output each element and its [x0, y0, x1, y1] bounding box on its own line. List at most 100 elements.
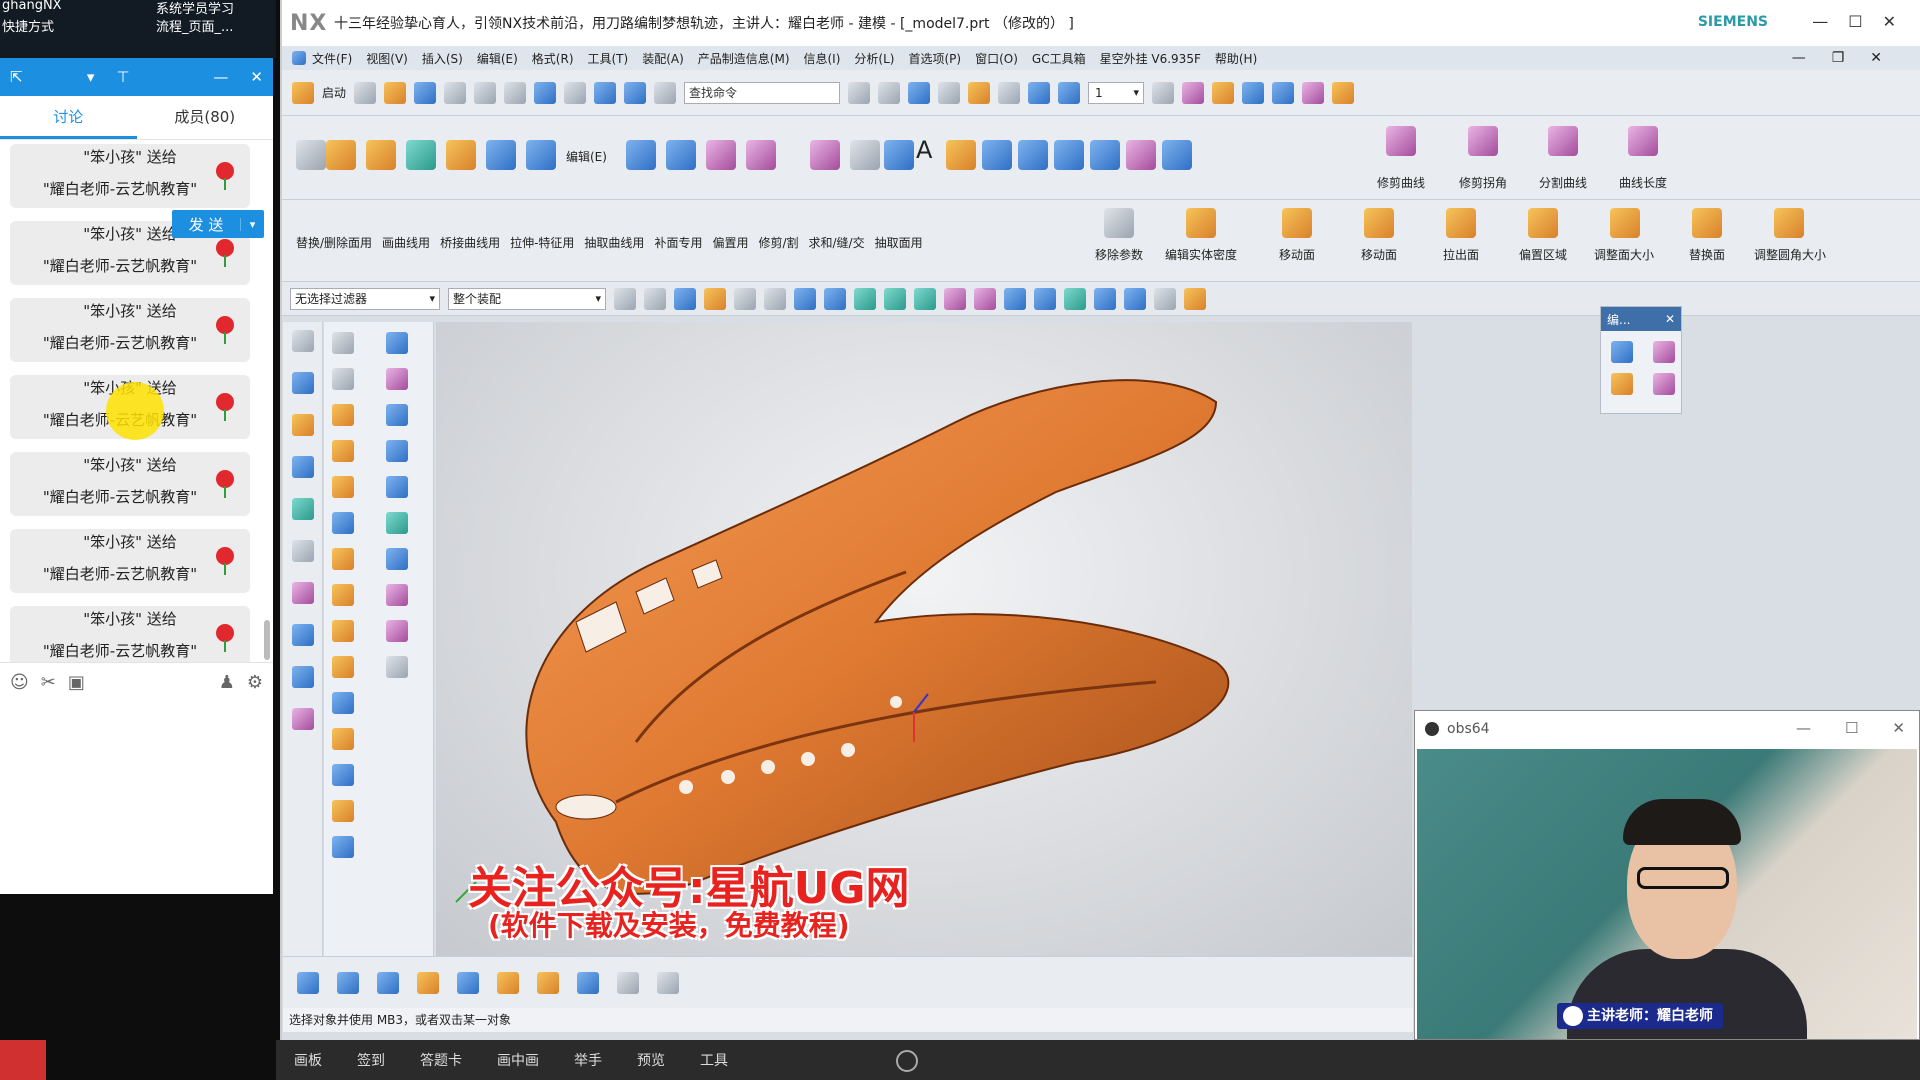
user-icon[interactable]: ♟ [219, 672, 235, 693]
text-icon[interactable]: A [916, 136, 932, 164]
redo-icon[interactable] [564, 81, 587, 104]
tool-icon[interactable] [332, 656, 354, 678]
tool-icon[interactable] [332, 476, 354, 498]
offset-region-icon[interactable] [1528, 208, 1558, 238]
pull-face-label[interactable]: 拉出面 [1426, 246, 1496, 263]
assembly-navigator-icon[interactable] [291, 372, 314, 394]
tool-icon[interactable] [386, 440, 408, 462]
wcs-icon[interactable] [1182, 81, 1205, 104]
answer-card-button[interactable]: 答题卡 [420, 1050, 462, 1070]
tool-icon[interactable] [332, 800, 354, 822]
resize-face-icon[interactable] [1610, 208, 1640, 238]
move-face-label-2[interactable]: 移动面 [1344, 246, 1414, 263]
desktop-shortcut-label-2[interactable]: 系统学员学习 [156, 0, 234, 17]
image-icon[interactable]: ▣ [68, 672, 85, 693]
edit-density-label[interactable]: 编辑实体密度 [1162, 246, 1240, 263]
curve-length-icon[interactable] [1628, 126, 1658, 156]
tool-icon[interactable] [497, 971, 519, 994]
palette-tool-icon[interactable] [1653, 373, 1675, 395]
palette-icon[interactable] [291, 582, 314, 604]
tools-button[interactable]: 工具 [700, 1050, 728, 1070]
edit-dropdown[interactable]: 编辑(E) [566, 148, 607, 165]
group-trim-split[interactable]: 修剪/割 [758, 234, 798, 251]
open-folder-icon[interactable] [384, 81, 407, 104]
group-patch[interactable]: 补面专用 [654, 234, 702, 251]
sketch-icon[interactable] [296, 140, 326, 170]
quadrant-snap-icon[interactable] [1034, 287, 1056, 310]
desktop-shortcut-sub-2[interactable]: 流程_页面_... [156, 16, 233, 35]
dimension-icon[interactable] [1332, 81, 1355, 104]
pip-button[interactable]: 画中画 [497, 1050, 539, 1070]
remove-params-icon[interactable] [1104, 208, 1134, 238]
save-icon[interactable] [414, 81, 437, 104]
menu-view[interactable]: 视图(V) [366, 50, 408, 67]
layer-icon[interactable] [968, 81, 991, 104]
tool-icon[interactable] [386, 548, 408, 570]
close-icon[interactable]: ✕ [1883, 12, 1896, 31]
background-icon[interactable] [998, 81, 1021, 104]
gear-icon[interactable] [291, 330, 314, 352]
history-icon[interactable] [291, 540, 314, 562]
menu-info[interactable]: 信息(I) [804, 50, 841, 67]
command-finder-icon[interactable] [624, 81, 647, 104]
tool-icon[interactable] [386, 620, 408, 642]
menu-format[interactable]: 格式(R) [532, 50, 574, 67]
tool-icon[interactable] [386, 656, 408, 678]
resize-blend-label[interactable]: 调整圆角大小 [1750, 246, 1830, 263]
popout-icon[interactable]: ⇱ [10, 68, 23, 86]
selection-icon[interactable] [594, 81, 617, 104]
trim-corner-label[interactable]: 修剪拐角 [1448, 174, 1518, 191]
divide-curve-label[interactable]: 分割曲线 [1528, 174, 1598, 191]
system-scene-icon[interactable] [291, 708, 314, 730]
offset-region-label[interactable]: 偏置区域 [1508, 246, 1578, 263]
new-file-icon[interactable] [354, 81, 377, 104]
close-icon[interactable]: ✕ [1665, 312, 1675, 326]
tool-icon[interactable] [332, 404, 354, 426]
close-icon[interactable]: ✕ [1892, 719, 1905, 737]
whiteboard-button[interactable]: 画板 [294, 1050, 322, 1070]
chevron-down-icon[interactable]: ▾ [240, 217, 264, 231]
group-extract-face[interactable]: 抽取面用 [875, 234, 923, 251]
move-face-icon-2[interactable] [1364, 208, 1394, 238]
desktop-shortcut-label[interactable]: ghangNX [2, 0, 62, 13]
tool-icon[interactable] [386, 476, 408, 498]
minimize-icon[interactable]: — [1796, 719, 1811, 737]
bridge-curve-icon[interactable] [1054, 140, 1084, 170]
tool-icon[interactable] [332, 548, 354, 570]
tool-icon[interactable] [332, 692, 354, 714]
tab-members[interactable]: 成员(80) [137, 96, 274, 139]
datum-icon[interactable] [406, 140, 436, 170]
point-on-face-icon[interactable] [1124, 287, 1146, 310]
extrude-icon[interactable] [326, 140, 356, 170]
scissors-icon[interactable]: ✂ [41, 672, 56, 693]
restore-icon[interactable]: ❐ [1832, 50, 1845, 66]
bounded-grid-icon[interactable] [1154, 287, 1176, 310]
tool-icon[interactable] [332, 440, 354, 462]
rectangle-icon[interactable] [626, 140, 656, 170]
palette-tool-icon[interactable] [1611, 373, 1633, 395]
menu-tools[interactable]: 工具(T) [588, 50, 629, 67]
arc-icon[interactable] [884, 140, 914, 170]
orient-icon[interactable] [878, 81, 901, 104]
curve-snap-icon[interactable] [974, 287, 996, 310]
web-browser-icon[interactable] [291, 498, 314, 520]
group-extrude-feature[interactable]: 拉伸-特征用 [510, 234, 574, 251]
palette-tool-icon[interactable] [1611, 341, 1633, 363]
group-replace-delete-face[interactable]: 替换/删除面用 [296, 234, 372, 251]
menu-gc-toolkit[interactable]: GC工具箱 [1032, 50, 1086, 67]
tool-icon[interactable] [386, 512, 408, 534]
view-section-icon[interactable] [1028, 81, 1051, 104]
cylinder-icon[interactable] [526, 140, 556, 170]
resize-face-label[interactable]: 调整面大小 [1582, 246, 1666, 263]
info-icon[interactable] [1212, 81, 1235, 104]
tool-icon[interactable] [332, 620, 354, 642]
annotation-icon[interactable] [617, 971, 639, 994]
sphere-icon[interactable] [938, 81, 961, 104]
maximize-icon[interactable]: ☐ [1845, 719, 1858, 737]
send-button[interactable]: 发 送 ▾ [172, 210, 264, 238]
snap-view-icon[interactable] [1058, 81, 1081, 104]
chevron-down-icon[interactable]: ▾ [87, 68, 95, 86]
block-icon[interactable] [486, 140, 516, 170]
menu-edit[interactable]: 编辑(E) [477, 50, 518, 67]
start-button[interactable]: 启动 [322, 84, 346, 101]
